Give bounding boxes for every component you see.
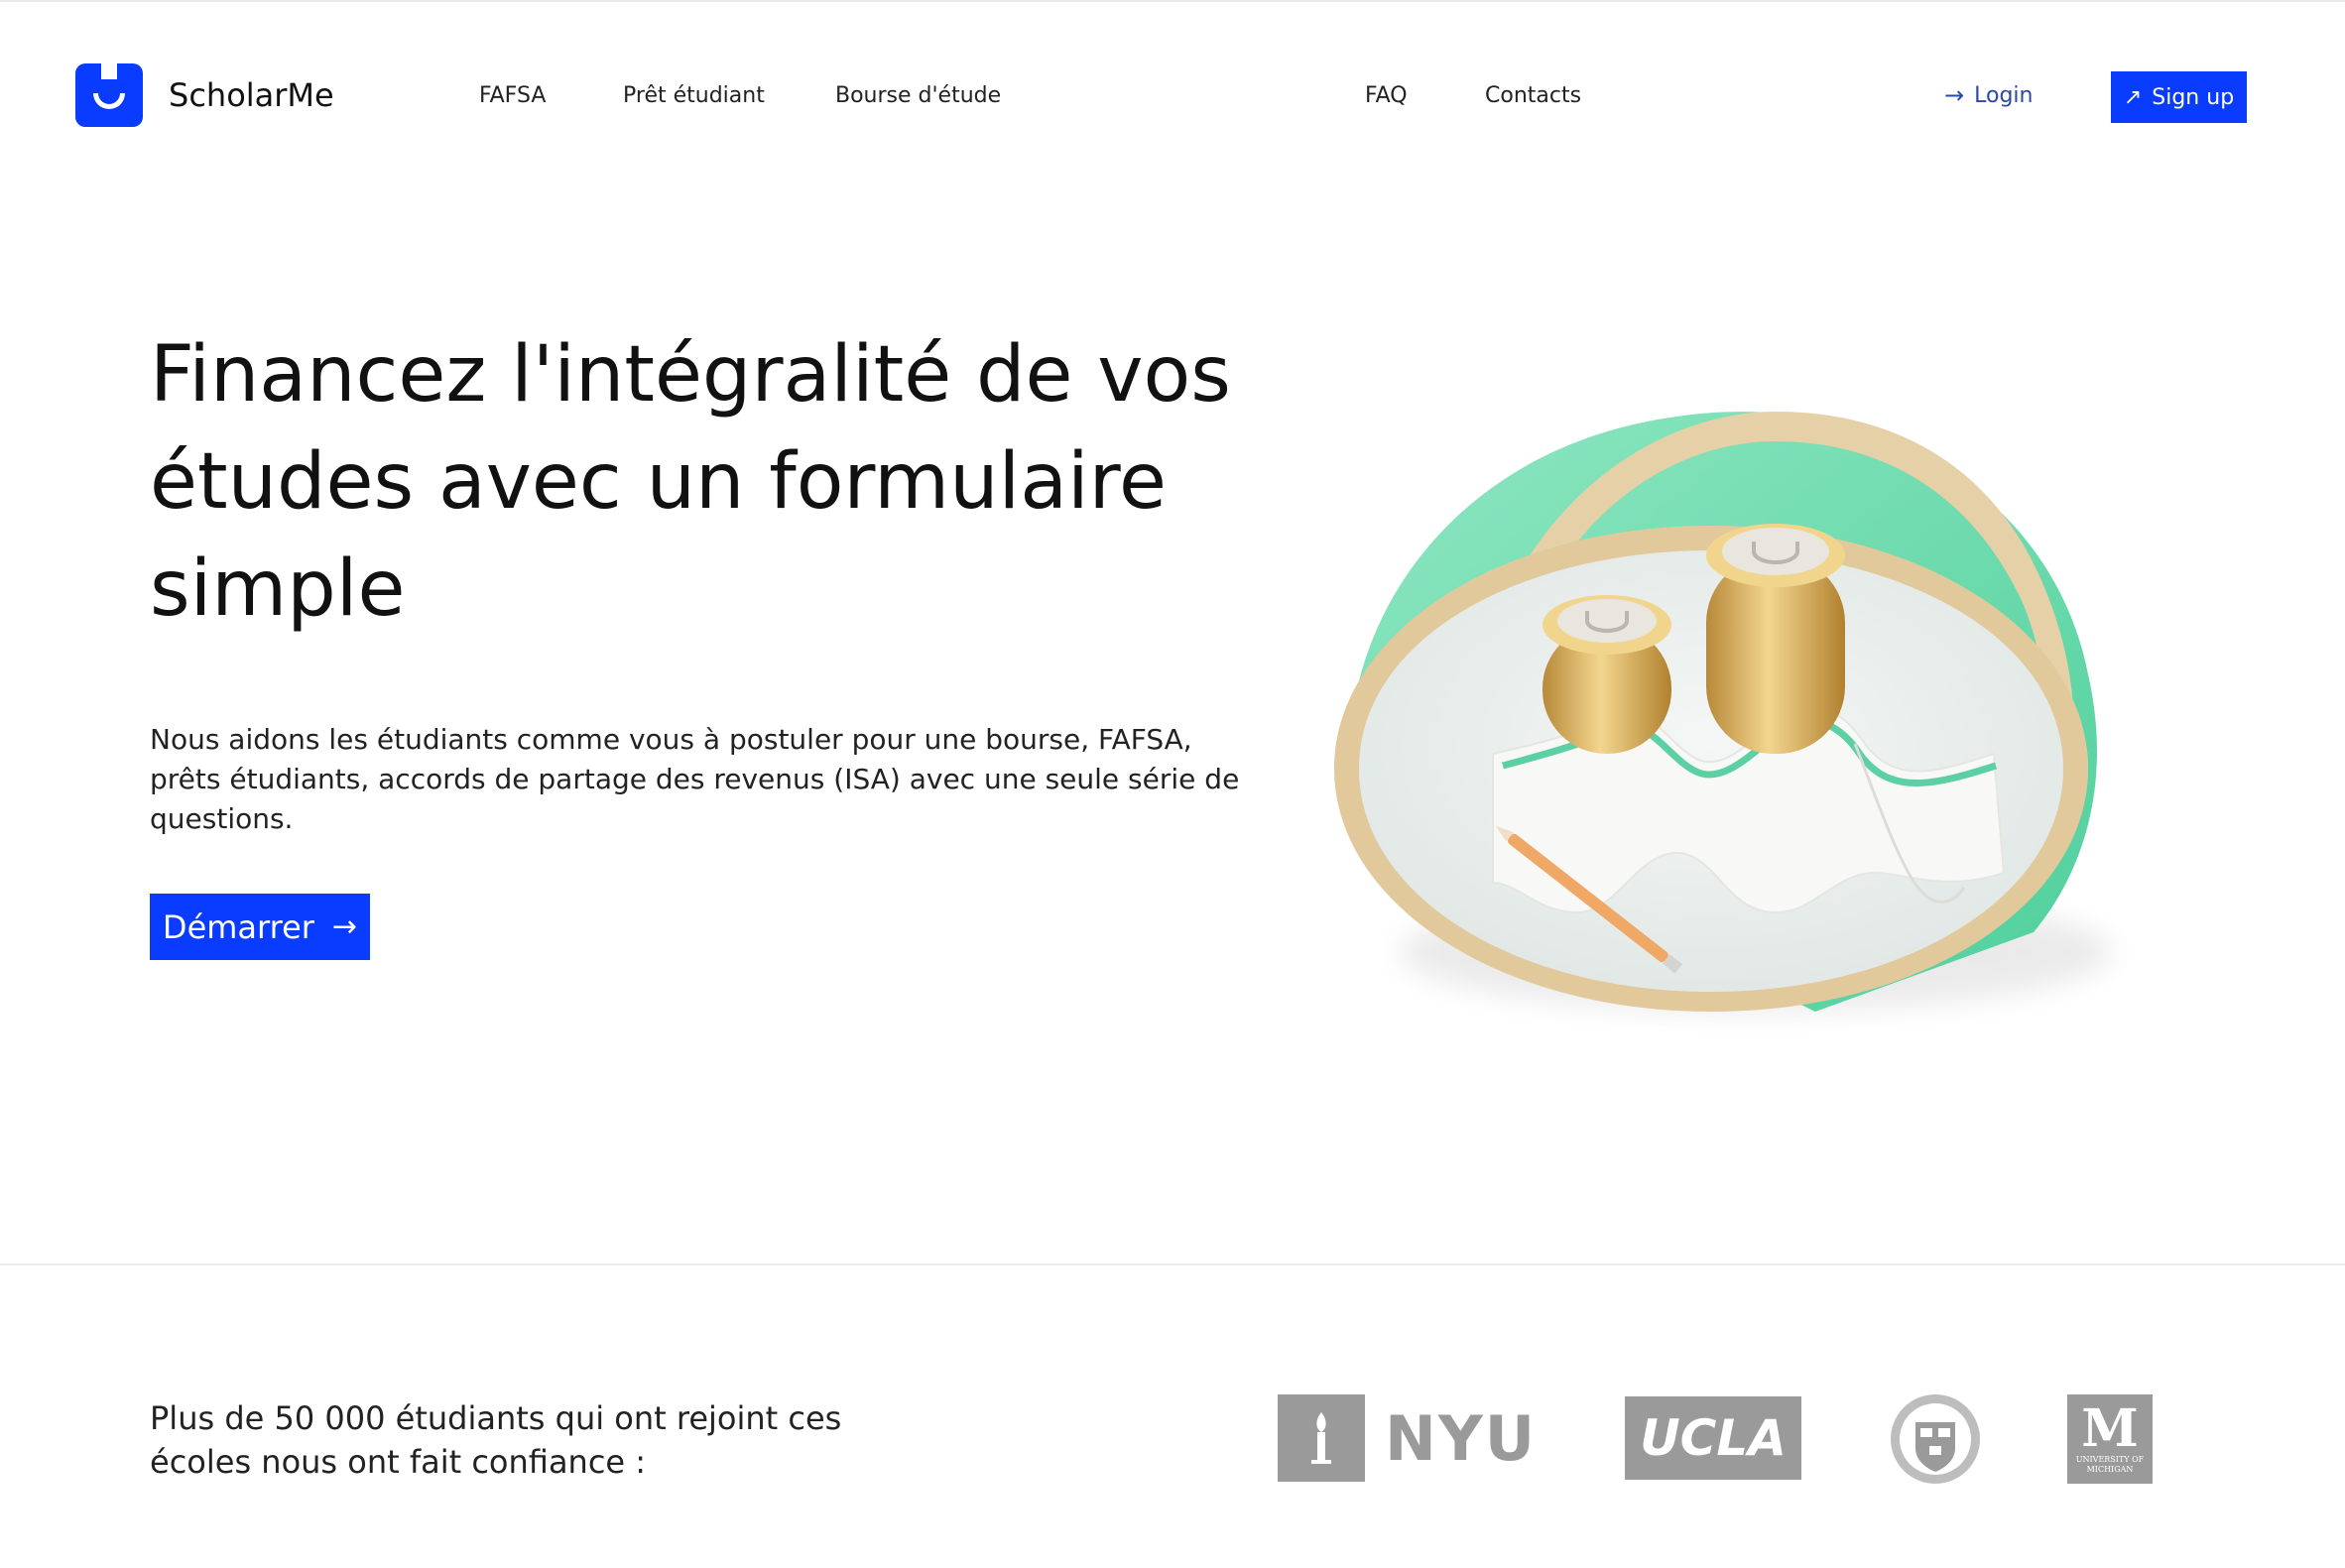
trust-statement: Plus de 50 000 étudiants qui ont rejoint… bbox=[150, 1399, 842, 1481]
login-link[interactable]: → Login bbox=[1944, 81, 2033, 109]
scholarme-logo-icon bbox=[75, 63, 143, 127]
michigan-caption: UNIVERSITY OF MICHIGAN bbox=[2075, 1455, 2145, 1474]
start-label: Démarrer bbox=[162, 907, 314, 946]
michigan-block-m: M bbox=[2081, 1398, 2139, 1459]
start-button[interactable]: Démarrer → bbox=[150, 894, 370, 960]
nav-faq[interactable]: FAQ bbox=[1365, 83, 1408, 108]
michigan-logo: M UNIVERSITY OF MICHIGAN bbox=[2067, 1394, 2153, 1484]
site-header: ScholarMe FAFSA Prêt étudiant Bourse d'é… bbox=[0, 0, 2345, 198]
arrow-right-icon: → bbox=[331, 909, 358, 944]
hero-subtitle: Nous aidons les étudiants comme vous à p… bbox=[150, 723, 1240, 835]
nav-bourse-etude[interactable]: Bourse d'étude bbox=[835, 83, 1001, 108]
brand-name: ScholarMe bbox=[169, 76, 334, 114]
hero-illustration bbox=[1334, 412, 2113, 1012]
nav-pret-etudiant[interactable]: Prêt étudiant bbox=[623, 83, 765, 108]
nyu-wordmark: NYU bbox=[1385, 1401, 1538, 1475]
nyu-logo: NYU bbox=[1278, 1394, 1538, 1482]
torch-icon bbox=[1278, 1394, 1365, 1482]
login-label: Login bbox=[1974, 82, 2034, 108]
nav-fafsa[interactable]: FAFSA bbox=[479, 83, 546, 108]
signup-button[interactable]: ↗ Sign up bbox=[2111, 71, 2247, 123]
signup-label: Sign up bbox=[2152, 84, 2235, 110]
arrow-right-icon: → bbox=[1944, 81, 1965, 109]
hero-title: Financez l'intégralité de vos études ave… bbox=[150, 330, 1231, 634]
nav-contacts[interactable]: Contacts bbox=[1485, 83, 1581, 108]
brand-logo[interactable]: ScholarMe bbox=[75, 63, 334, 127]
arrow-up-right-icon: ↗ bbox=[2123, 84, 2143, 110]
ucla-logo: UCLA bbox=[1625, 1396, 1801, 1480]
harvard-seal-icon bbox=[1889, 1392, 1982, 1486]
section-divider bbox=[0, 1264, 2345, 1266]
